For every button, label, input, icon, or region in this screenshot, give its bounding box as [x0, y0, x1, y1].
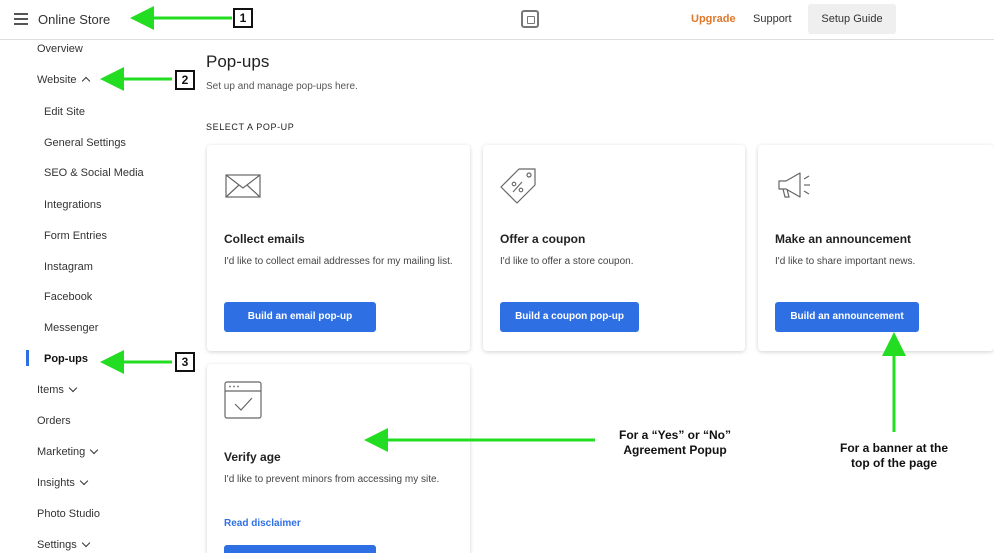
annotation-note-agreement: For a “Yes” or “No” Agreement Popup — [618, 428, 732, 457]
page-subtitle: Set up and manage pop-ups here. — [206, 81, 358, 92]
build-verify-age-button[interactable] — [224, 545, 376, 553]
popup-card-verify-age: Verify age I'd like to prevent minors fr… — [207, 364, 470, 553]
upgrade-link[interactable]: Upgrade — [691, 13, 736, 25]
card-description: I'd like to offer a store coupon. — [500, 256, 634, 267]
support-link[interactable]: Support — [753, 13, 792, 25]
sidebar-item-integrations[interactable]: Integrations — [44, 199, 101, 211]
chevron-up-icon — [81, 76, 90, 86]
sidebar-item-messenger[interactable]: Messenger — [44, 322, 98, 334]
sidebar-item-marketing[interactable]: Marketing — [37, 445, 99, 458]
sidebar-item-instagram[interactable]: Instagram — [44, 261, 93, 273]
card-description: I'd like to collect email addresses for … — [224, 256, 453, 267]
coupon-tag-icon — [500, 168, 536, 204]
chevron-down-icon — [90, 445, 99, 455]
annotation-badge-2: 2 — [175, 70, 195, 90]
read-disclaimer-link[interactable]: Read disclaimer — [224, 518, 301, 529]
card-title: Verify age — [224, 450, 281, 464]
sidebar-item-settings[interactable]: Settings — [37, 538, 90, 551]
sidebar-item-edit-site[interactable]: Edit Site — [44, 106, 85, 118]
sidebar-item-items[interactable]: Items — [37, 383, 78, 396]
sidebar: Overview Website Edit Site General Setti… — [0, 41, 190, 553]
hamburger-menu-icon[interactable] — [14, 13, 28, 25]
popup-card-offer-coupon: Offer a coupon I'd like to offer a store… — [483, 145, 745, 351]
annotation-badge-1: 1 — [233, 8, 253, 28]
sidebar-item-form-entries[interactable]: Form Entries — [44, 230, 107, 242]
page-title: Pop-ups — [206, 52, 270, 71]
popup-card-collect-emails: Collect emails I'd like to collect email… — [207, 145, 470, 351]
annotation-note-banner: For a banner at the top of the page — [839, 441, 949, 470]
sidebar-item-photo-studio[interactable]: Photo Studio — [37, 508, 100, 520]
setup-guide-button[interactable]: Setup Guide — [808, 4, 896, 34]
section-label: SELECT A POP-UP — [206, 122, 295, 132]
envelope-icon — [225, 174, 261, 198]
build-announcement-button[interactable]: Build an announcement — [775, 302, 919, 332]
sidebar-item-pop-ups[interactable]: Pop-ups — [44, 353, 88, 365]
browser-check-icon — [224, 381, 262, 419]
sidebar-item-orders[interactable]: Orders — [37, 415, 71, 427]
chevron-down-icon — [79, 476, 89, 486]
card-description: I'd like to share important news. — [775, 256, 916, 267]
card-title: Offer a coupon — [500, 232, 586, 246]
card-title: Collect emails — [224, 232, 305, 246]
megaphone-icon — [778, 172, 810, 198]
active-indicator — [26, 350, 29, 366]
sidebar-item-general-settings[interactable]: General Settings — [44, 137, 126, 149]
card-title: Make an announcement — [775, 232, 912, 246]
app-title: Online Store — [38, 12, 111, 27]
sidebar-item-insights[interactable]: Insights — [37, 476, 89, 489]
chevron-down-icon — [68, 383, 78, 393]
top-bar: Online Store Upgrade Support Setup Guide — [0, 0, 994, 40]
sidebar-item-overview[interactable]: Overview — [37, 43, 83, 55]
sidebar-item-website[interactable]: Website — [37, 74, 90, 86]
popup-card-announcement: Make an announcement I'd like to share i… — [758, 145, 994, 351]
square-logo-icon[interactable] — [521, 10, 539, 28]
chevron-down-icon — [81, 538, 90, 548]
build-email-popup-button[interactable]: Build an email pop-up — [224, 302, 376, 332]
sidebar-item-seo-social-media[interactable]: SEO & Social Media — [44, 167, 144, 179]
sidebar-item-facebook[interactable]: Facebook — [44, 291, 92, 303]
build-coupon-popup-button[interactable]: Build a coupon pop-up — [500, 302, 639, 332]
card-description: I'd like to prevent minors from accessin… — [224, 474, 440, 485]
annotation-badge-3: 3 — [175, 352, 195, 372]
